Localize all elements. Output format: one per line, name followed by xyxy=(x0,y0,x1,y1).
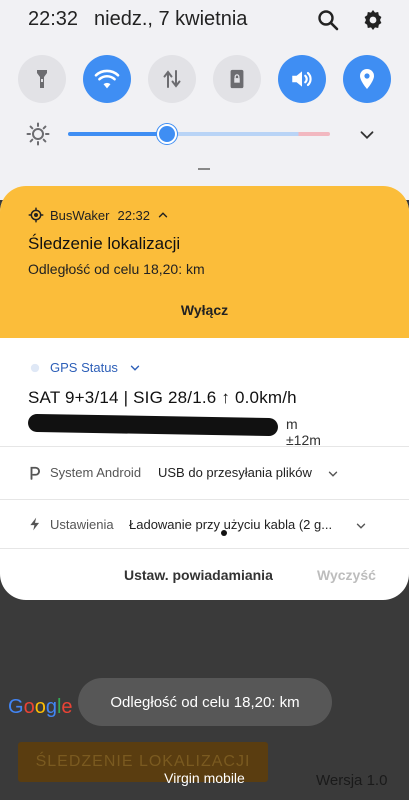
system-app-name: System Android xyxy=(50,465,142,480)
buswaker-header: BusWaker 22:32 xyxy=(28,206,170,224)
brightness-row xyxy=(0,118,409,150)
notification-buswaker[interactable]: BusWaker 22:32 Śledzenie lokalizacji Odl… xyxy=(0,186,409,338)
panel-handle[interactable] xyxy=(198,168,210,170)
quick-settings-panel: 22:32 niedz., 7 kwietnia xyxy=(0,0,409,200)
chevron-down-icon[interactable] xyxy=(354,519,368,533)
settings-app-name: Ustawienia xyxy=(50,517,114,532)
system-message: USB do przesyłania plików xyxy=(158,465,312,480)
divider xyxy=(0,446,409,447)
gear-icon[interactable] xyxy=(361,8,385,32)
redaction-scribble xyxy=(27,413,279,437)
toast-message: Odległość od celu 18,20: km xyxy=(78,678,332,726)
tile-wifi[interactable] xyxy=(83,55,131,103)
gps-coordinates-line: m ±12m xyxy=(27,413,328,448)
notification-sheet: BusWaker 22:32 Śledzenie lokalizacji Odl… xyxy=(0,186,409,600)
usb-p-icon xyxy=(30,466,40,480)
notification-gps-status[interactable]: GPS Status SAT 9+3/14 | SIG 28/1.6 ↑ 0.0… xyxy=(0,338,409,448)
search-icon[interactable] xyxy=(316,8,340,32)
touch-indicator-dot xyxy=(221,530,227,536)
tile-flashlight[interactable] xyxy=(18,55,66,103)
notification-footer: Ustaw. powiadamiania Wyczyść xyxy=(0,546,409,600)
gps-target-icon xyxy=(28,207,44,223)
brightness-slider-track[interactable] xyxy=(68,132,330,136)
buswaker-text: Odległość od celu 18,20: km xyxy=(28,261,205,277)
notification-settings-button[interactable]: Ustaw. powiadamiania xyxy=(124,567,273,583)
notification-system-android[interactable]: System Android USB do przesyłania plików xyxy=(0,448,409,498)
chevron-down-icon[interactable] xyxy=(356,124,378,146)
flashlight-icon xyxy=(37,70,47,88)
chevron-down-icon[interactable] xyxy=(326,467,340,481)
google-logo: Google xyxy=(8,696,73,718)
lightning-icon xyxy=(30,517,40,531)
brightness-icon xyxy=(26,122,50,146)
tile-mobile-data[interactable] xyxy=(148,55,196,103)
tile-sound[interactable] xyxy=(278,55,326,103)
buswaker-time: 22:32 xyxy=(117,207,151,223)
chevron-up-icon[interactable] xyxy=(156,208,170,222)
brightness-slider-thumb[interactable] xyxy=(157,124,177,144)
chevron-down-icon[interactable] xyxy=(128,361,142,375)
tile-screen-lock[interactable] xyxy=(213,55,261,103)
volume-icon xyxy=(292,71,312,87)
date: niedz., 7 kwietnia xyxy=(94,8,248,30)
data-arrows-icon xyxy=(163,70,181,88)
gps-app-icon xyxy=(30,363,40,373)
gps-status-line: SAT 9+3/14 | SIG 28/1.6 ↑ 0.0km/h xyxy=(28,388,297,407)
settings-message: Ładowanie przy użyciu kabla (2 g... xyxy=(129,517,333,532)
location-pin-icon xyxy=(360,69,374,89)
lock-screen-icon xyxy=(230,69,244,89)
buswaker-app-name: BusWaker xyxy=(50,207,110,223)
clear-all-button[interactable]: Wyczyść xyxy=(317,567,376,583)
buswaker-title: Śledzenie lokalizacji xyxy=(28,234,181,253)
clock: 22:32 xyxy=(28,8,79,30)
version-label: Wersja 1.0 xyxy=(316,772,388,789)
notification-settings[interactable]: Ustawienia Ładowanie przy użyciu kabla (… xyxy=(0,500,409,550)
buswaker-disable-button[interactable]: Wyłącz xyxy=(0,302,409,318)
gps-accuracy: m ±12m xyxy=(286,416,321,448)
wifi-icon xyxy=(94,69,120,89)
quick-tiles-row xyxy=(0,55,409,103)
tile-location[interactable] xyxy=(343,55,391,103)
gps-app-name: GPS Status xyxy=(50,360,118,375)
status-row: 22:32 niedz., 7 kwietnia xyxy=(0,0,409,40)
